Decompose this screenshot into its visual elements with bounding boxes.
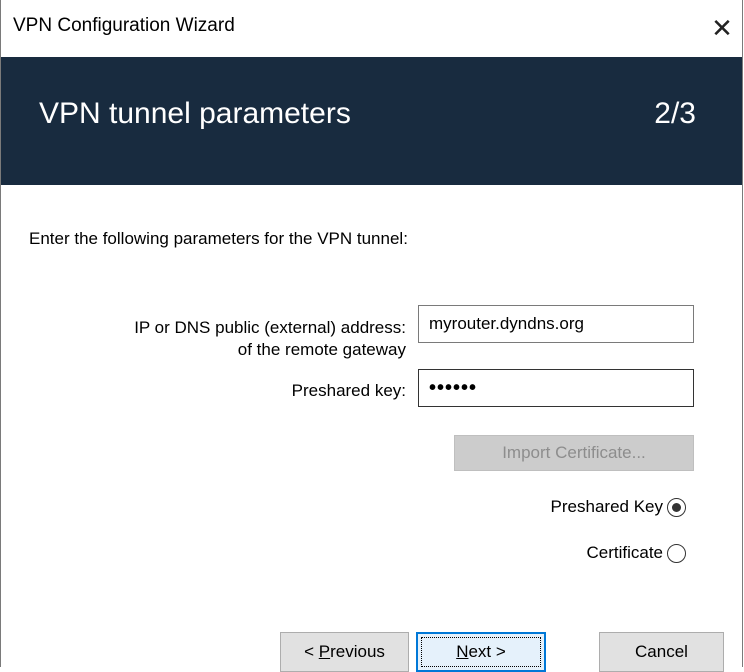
radio-preshared-key-label: Preshared Key bbox=[550, 497, 663, 516]
window-title: VPN Configuration Wizard bbox=[13, 15, 235, 36]
focus-rectangle bbox=[421, 637, 541, 667]
radio-certificate[interactable]: Certificate bbox=[586, 543, 686, 563]
preshared-key-label: Preshared key: bbox=[291, 381, 406, 400]
wizard-window: VPN Configuration Wizard ✕ VPN tunnel pa… bbox=[0, 0, 743, 672]
header-banner: VPN tunnel parameters 2/3 bbox=[1, 57, 742, 185]
address-label-line1: IP or DNS public (external) address: bbox=[134, 318, 406, 337]
step-indicator: 2/3 bbox=[654, 97, 696, 130]
radio-unselected-icon[interactable] bbox=[667, 543, 686, 563]
preshared-key-input[interactable]: •••••• bbox=[418, 369, 694, 407]
close-icon[interactable]: ✕ bbox=[702, 6, 742, 50]
address-label-line2: of the remote gateway bbox=[237, 340, 406, 359]
previous-button[interactable]: < Previous bbox=[280, 632, 409, 672]
address-label: IP or DNS public (external) address: of … bbox=[26, 317, 406, 361]
title-bar: VPN Configuration Wizard ✕ bbox=[1, 0, 742, 57]
previous-button-prefix: < bbox=[304, 642, 319, 661]
previous-button-rest: revious bbox=[330, 642, 385, 661]
radio-preshared-key[interactable]: Preshared Key bbox=[551, 497, 686, 517]
radio-selected-icon[interactable] bbox=[667, 497, 686, 517]
intro-text: Enter the following parameters for the V… bbox=[29, 229, 408, 248]
preshared-key-value: •••••• bbox=[429, 376, 478, 399]
next-button[interactable]: Next > bbox=[416, 632, 546, 672]
radio-certificate-label: Certificate bbox=[586, 543, 663, 562]
previous-button-mnemonic: P bbox=[318, 642, 331, 661]
gateway-address-value: myrouter.dyndns.org bbox=[429, 314, 584, 333]
page-heading: VPN tunnel parameters bbox=[39, 97, 351, 130]
gateway-address-input[interactable]: myrouter.dyndns.org bbox=[418, 305, 694, 343]
cancel-button[interactable]: Cancel bbox=[599, 632, 724, 672]
import-certificate-button[interactable]: Import Certificate... bbox=[454, 435, 694, 471]
